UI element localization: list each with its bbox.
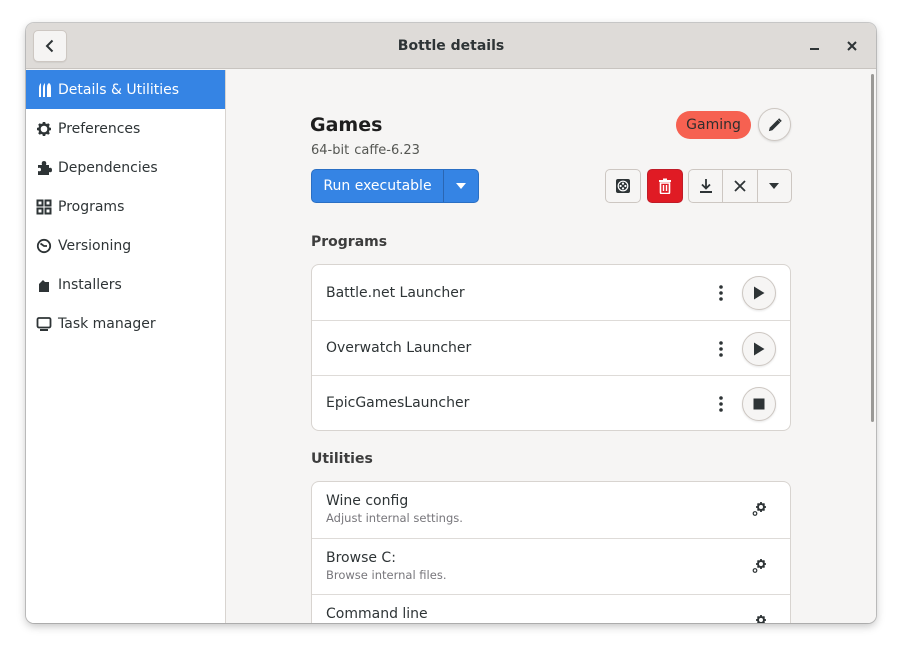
open-utility-button[interactable] (750, 500, 768, 518)
kebab-menu-icon (719, 396, 723, 412)
utility-row-browse-c[interactable]: Browse C: Browse internal files. (312, 538, 790, 594)
run-executable-split-button: Run executable (311, 169, 479, 203)
bottles-icon (36, 82, 52, 98)
bottle-details-window: Bottle details Details & Utilities Prefe… (26, 23, 876, 623)
sidebar-item-dependencies[interactable]: Dependencies (26, 148, 225, 187)
sidebar-item-installers[interactable]: Installers (26, 265, 225, 304)
utility-row-command-line[interactable]: Command line Run commands inside the Bot… (312, 594, 790, 623)
download-icon (699, 179, 712, 193)
details-content: Games 64-bit caffe-6.23 Gaming Run execut… (227, 70, 876, 623)
run-program-button[interactable] (742, 276, 776, 310)
sidebar-item-details-utilities[interactable]: Details & Utilities (26, 70, 225, 109)
kebab-menu-icon (719, 285, 723, 301)
program-row: EpicGamesLauncher (312, 375, 790, 430)
puzzle-icon (36, 160, 52, 176)
program-row: Battle.net Launcher (312, 265, 790, 320)
program-menu-button[interactable] (716, 283, 726, 303)
close-icon (734, 180, 746, 192)
sidebar-item-label: Versioning (58, 237, 132, 254)
wine-tools-button[interactable] (605, 169, 641, 203)
play-icon (754, 342, 765, 356)
open-utility-button[interactable] (750, 613, 768, 623)
sidebar-item-versioning[interactable]: Versioning (26, 226, 225, 265)
utility-title: Browse C: (326, 550, 396, 566)
sidebar-item-label: Programs (58, 198, 125, 215)
back-button[interactable] (33, 30, 67, 62)
sidebar: Details & Utilities Preferences Dependen… (26, 70, 226, 623)
play-icon (754, 286, 765, 300)
utility-row-wine-config[interactable]: Wine config Adjust internal settings. (312, 482, 790, 538)
sidebar-item-preferences[interactable]: Preferences (26, 109, 225, 148)
stop-icon (753, 398, 765, 410)
close-button[interactable] (841, 35, 863, 57)
gears-icon (752, 502, 766, 516)
utilities-list: Wine config Adjust internal settings. Br… (311, 481, 791, 623)
gears-icon (756, 615, 766, 623)
caret-down-icon (456, 183, 466, 189)
sidebar-item-label: Details & Utilities (58, 81, 180, 98)
sidebar-item-label: Installers (58, 276, 122, 293)
minimize-icon (810, 48, 819, 50)
open-utility-button[interactable] (750, 557, 768, 575)
backup-button[interactable] (689, 170, 722, 202)
gear-icon (36, 121, 52, 137)
run-program-button[interactable] (742, 332, 776, 366)
kebab-menu-icon (719, 341, 723, 357)
window-title: Bottle details (397, 38, 505, 54)
close-icon (847, 41, 857, 51)
bottle-runner: caffe-6.23 (354, 143, 420, 158)
scrollbar[interactable] (871, 74, 874, 422)
sidebar-item-label: Preferences (58, 120, 141, 137)
bottle-arch: 64-bit (311, 143, 350, 158)
wine-reel-icon (616, 179, 630, 193)
environment-badge: Gaming (676, 111, 751, 139)
programs-section-title: Programs (311, 234, 388, 250)
minimize-button[interactable] (804, 35, 826, 57)
program-menu-button[interactable] (716, 394, 726, 414)
sidebar-item-label: Task manager (58, 315, 156, 332)
program-menu-button[interactable] (716, 339, 726, 359)
bottle-name: Games (310, 114, 383, 136)
grid-icon (36, 199, 52, 215)
monitor-icon (36, 316, 52, 332)
utility-title: Command line (326, 606, 428, 622)
force-stop-button[interactable] (722, 170, 756, 202)
clock-icon (36, 238, 52, 254)
caret-down-icon (769, 183, 780, 189)
gears-icon (752, 559, 766, 573)
more-actions-dropdown[interactable] (756, 170, 791, 202)
trash-icon (659, 178, 671, 194)
edit-name-button[interactable] (758, 108, 791, 141)
delete-bottle-button[interactable] (647, 169, 683, 203)
programs-list: Battle.net Launcher Overwatch Launcher E (311, 264, 791, 431)
sidebar-item-task-manager[interactable]: Task manager (26, 304, 225, 343)
utility-subtitle: Browse internal files. (326, 568, 447, 582)
program-row: Overwatch Launcher (312, 320, 790, 375)
bottle-info: 64-bit caffe-6.23 (311, 143, 420, 158)
sidebar-item-label: Dependencies (58, 159, 158, 176)
stop-program-button[interactable] (742, 387, 776, 421)
header-bar: Bottle details (26, 23, 876, 69)
chevron-left-icon (45, 39, 54, 53)
run-executable-button[interactable]: Run executable (312, 170, 444, 202)
bottle-actions-group (688, 169, 792, 203)
utility-title: Wine config (326, 493, 409, 509)
pencil-icon (768, 117, 782, 131)
run-options-dropdown[interactable] (444, 170, 478, 202)
sidebar-item-programs[interactable]: Programs (26, 187, 225, 226)
utilities-section-title: Utilities (311, 451, 373, 467)
package-icon (36, 277, 52, 293)
utility-subtitle: Adjust internal settings. (326, 511, 463, 525)
